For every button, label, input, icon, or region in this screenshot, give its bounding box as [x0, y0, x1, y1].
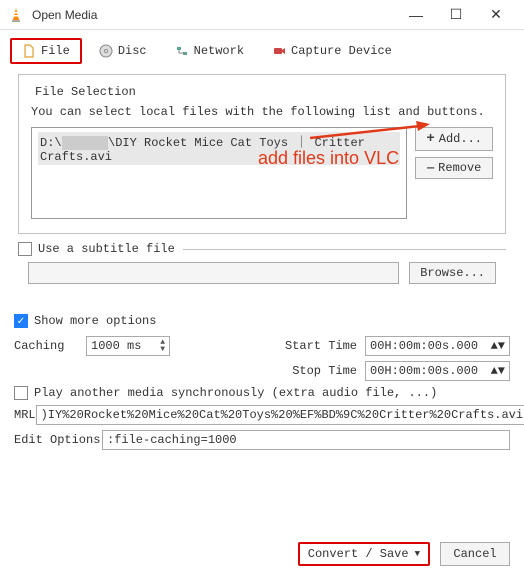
annotation-text: add files into VLC [258, 148, 399, 169]
dialog-buttons: Convert / Save ▼ Cancel [0, 532, 524, 576]
tab-disc[interactable]: Disc [88, 38, 158, 64]
file-icon [22, 44, 36, 58]
start-time-label: Start Time [285, 339, 357, 353]
remove-button[interactable]: —Remove [415, 157, 493, 179]
file-list[interactable]: D:\xx\DIY Rocket Mice Cat Toys ｜ Critter… [31, 127, 407, 219]
minus-icon: — [427, 161, 434, 175]
subtitle-label: Use a subtitle file [38, 242, 175, 256]
sync-media-label: Play another media synchronously (extra … [34, 386, 437, 400]
tab-capture[interactable]: Capture Device [261, 38, 403, 64]
divider [183, 249, 506, 250]
caching-spinner[interactable]: 1000 ms ▲▼ [86, 336, 170, 356]
spinner-arrows-icon[interactable]: ▲▼ [491, 339, 505, 353]
vlc-icon [8, 7, 24, 23]
sync-media-checkbox[interactable] [14, 386, 28, 400]
tab-file[interactable]: File [10, 38, 82, 64]
mrl-input[interactable]: )IY%20Rocket%20Mice%20Cat%20Toys%20%EF%B… [36, 405, 524, 425]
cancel-button[interactable]: Cancel [440, 542, 510, 566]
redacted-path: xx [62, 136, 108, 150]
browse-button[interactable]: Browse... [409, 262, 496, 284]
start-time-input[interactable]: 00H:00m:00s.000 ▲▼ [365, 336, 510, 356]
source-tabs: File Disc Network Capture Device [0, 30, 524, 64]
minimize-button[interactable]: — [396, 7, 436, 23]
caching-label: Caching [14, 339, 86, 353]
tab-file-label: File [41, 44, 70, 58]
advanced-options: Caching 1000 ms ▲▼ Start Time 00H:00m:00… [14, 336, 510, 450]
spinner-arrows-icon[interactable]: ▲▼ [160, 339, 165, 353]
title-bar: Open Media — ☐ ✕ [0, 0, 524, 30]
spinner-arrows-icon[interactable]: ▲▼ [491, 364, 505, 378]
stop-time-label: Stop Time [292, 364, 357, 378]
subtitle-checkbox[interactable] [18, 242, 32, 256]
disc-icon [99, 44, 113, 58]
subtitle-path-input[interactable] [28, 262, 399, 284]
convert-save-button[interactable]: Convert / Save ▼ [298, 542, 430, 566]
tab-capture-label: Capture Device [291, 44, 392, 58]
show-more-checkbox[interactable] [14, 314, 28, 328]
network-icon [175, 44, 189, 58]
mrl-label: MRL [14, 408, 36, 422]
maximize-button[interactable]: ☐ [436, 6, 476, 23]
edit-options-input[interactable]: :file-caching=1000 [102, 430, 510, 450]
tab-network-label: Network [194, 44, 244, 58]
show-more-label: Show more options [34, 314, 156, 328]
file-selection-desc: You can select local files with the foll… [31, 105, 493, 119]
tab-disc-label: Disc [118, 44, 147, 58]
dropdown-arrow-icon[interactable]: ▼ [415, 549, 420, 559]
capture-icon [272, 44, 286, 58]
stop-time-input[interactable]: 00H:00m:00s.000 ▲▼ [365, 361, 510, 381]
window-title: Open Media [32, 8, 396, 22]
close-button[interactable]: ✕ [476, 6, 516, 23]
tab-network[interactable]: Network [164, 38, 255, 64]
edit-options-label: Edit Options [14, 433, 102, 447]
file-selection-legend: File Selection [31, 85, 140, 99]
annotation-arrow-icon [310, 120, 430, 140]
